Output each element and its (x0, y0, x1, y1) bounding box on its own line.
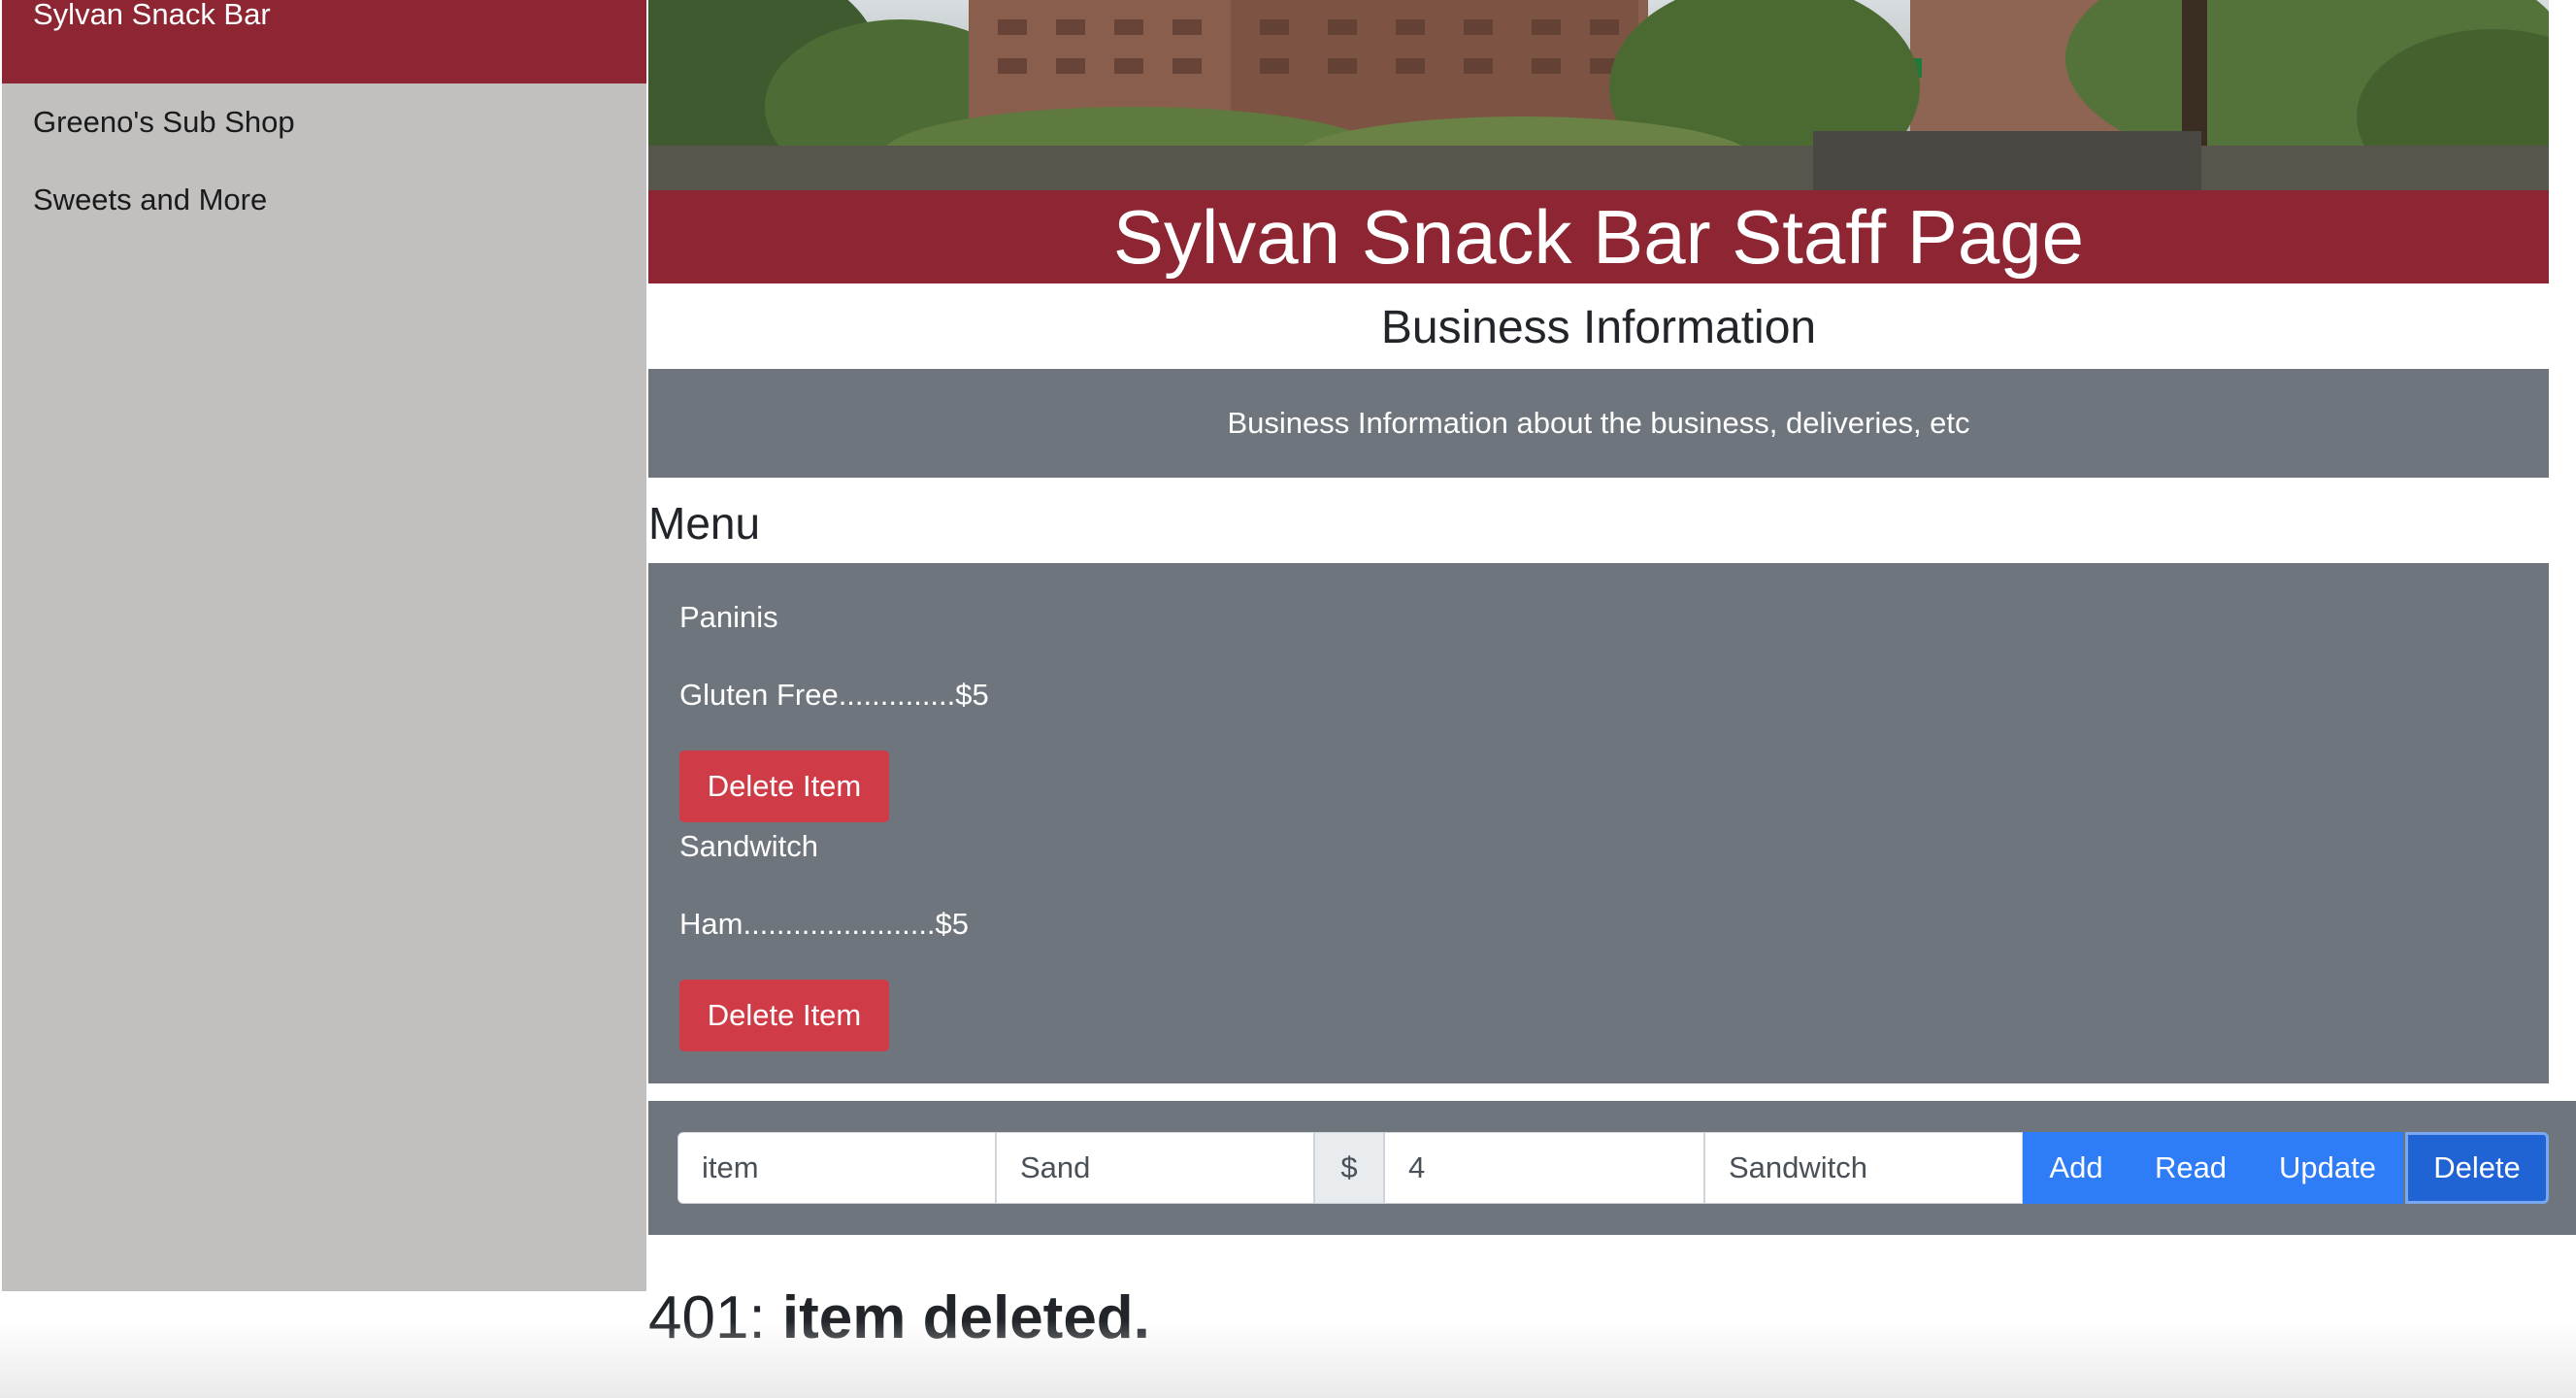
status-message: 401: item deleted. (648, 1280, 1150, 1357)
item-type-input[interactable]: item (677, 1132, 996, 1204)
business-info-text: Business Information about the business,… (1227, 406, 1970, 440)
menu-item-price: Ham.......................$5 (679, 907, 970, 941)
menu-item-price: Gluten Free..............$5 (679, 678, 989, 712)
price-input[interactable]: 4 (1384, 1132, 1704, 1204)
status-code: 401: (648, 1284, 766, 1351)
menu-category: Paninis (679, 600, 778, 634)
delete-item-button[interactable]: Delete Item (679, 980, 889, 1051)
delete-item-button[interactable]: Delete Item (679, 750, 889, 822)
business-info-heading: Business Information (1380, 302, 1817, 353)
delete-button[interactable]: Delete (2405, 1132, 2549, 1204)
read-button[interactable]: Read (2130, 1132, 2252, 1204)
item-form: item Sand $ 4 Sandwitch Add Read Update … (648, 1101, 2576, 1235)
sidebar-item-sweets-and-more[interactable]: Sweets and More (2, 161, 646, 239)
sidebar-item-greenos-sub-shop[interactable]: Greeno's Sub Shop (2, 83, 646, 161)
status-text: item deleted. (781, 1284, 1150, 1351)
currency-addon: $ (1314, 1132, 1384, 1204)
update-button[interactable]: Update (2252, 1132, 2403, 1204)
page-title: Sylvan Snack Bar Staff Page (648, 190, 2549, 283)
sidebar-item-sylvan-snack-bar[interactable]: Sylvan Snack Bar (2, 0, 646, 83)
banner-image (648, 0, 2549, 190)
item-name-input[interactable]: Sand (996, 1132, 1314, 1204)
menu-panel: Paninis Gluten Free..............$5 Dele… (648, 563, 2549, 1083)
add-button[interactable]: Add (2023, 1132, 2130, 1204)
sidebar: Sylvan Snack Bar Greeno's Sub Shop Sweet… (2, 0, 646, 1291)
menu-category: Sandwitch (679, 829, 819, 863)
business-info-panel: Business Information about the business,… (648, 369, 2549, 478)
campus-photo (648, 0, 2549, 190)
menu-heading: Menu (648, 498, 761, 549)
category-input[interactable]: Sandwitch (1704, 1132, 2023, 1204)
main-content: Sylvan Snack Bar Staff Page Business Inf… (648, 0, 2549, 1083)
page: Sylvan Snack Bar Greeno's Sub Shop Sweet… (0, 0, 2576, 1398)
